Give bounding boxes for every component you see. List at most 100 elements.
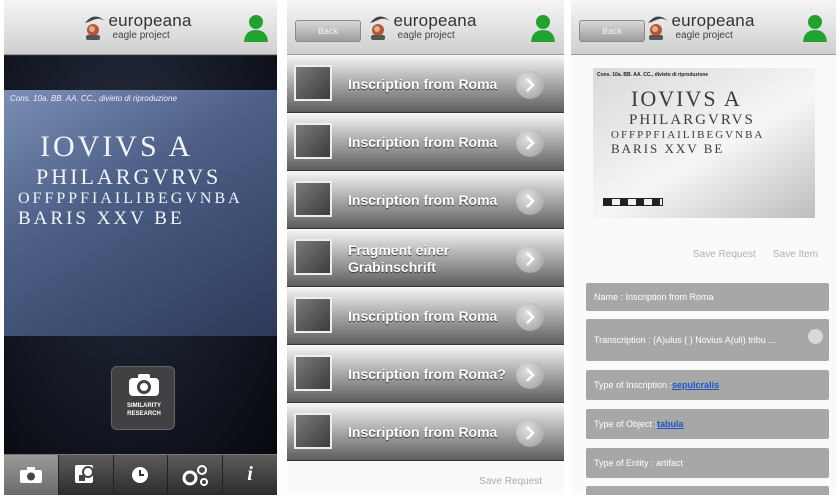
result-title: Inscription from Roma	[348, 192, 498, 208]
brand-subtitle: eagle project	[675, 30, 733, 41]
save-item-button[interactable]: Save Item	[773, 249, 818, 260]
info-icon: i	[247, 463, 253, 485]
user-profile-icon[interactable]	[243, 14, 269, 42]
field-type-of-entity: Type of Entity : artifact	[586, 448, 829, 478]
image-search-icon	[74, 465, 94, 483]
inscription-line: OFFPPFIAILIBEGVNBA	[18, 190, 243, 207]
field-type-of-entity-text: Type of Entity : artifact	[594, 458, 684, 468]
result-thumbnail	[294, 239, 332, 275]
result-row[interactable]: Fragment einer Grabinschrift	[287, 230, 564, 287]
inscription-line: PHILARGVRVS	[36, 164, 222, 189]
history-icon	[132, 467, 149, 483]
chevron-right-icon	[516, 187, 544, 215]
result-row[interactable]: Inscription from Roma	[287, 114, 564, 171]
eagle-logo-icon	[369, 16, 390, 40]
field-label: Type of Object :	[594, 419, 658, 429]
result-row[interactable]: Inscription from Roma?	[287, 346, 564, 403]
tab-camera[interactable]	[4, 455, 59, 495]
result-title: Fragment einer Grabinschrift	[348, 241, 450, 275]
result-row[interactable]: Inscription from Roma	[287, 56, 564, 113]
camera-icon	[129, 374, 159, 396]
save-request-button[interactable]: Save Request	[693, 249, 756, 260]
brand-name: europeana	[393, 11, 477, 30]
tab-settings[interactable]	[168, 455, 224, 495]
back-button[interactable]: Back	[295, 20, 361, 42]
app-header: Back europeana eagle project	[571, 0, 836, 55]
similarity-research-button[interactable]: SIMILARITY RESEARCH	[111, 366, 175, 430]
field-type-of-object: Type of Object : tabula	[586, 409, 829, 439]
result-title: Inscription from Roma	[348, 76, 498, 92]
eagle-logo-icon	[647, 16, 668, 40]
inscription-line: OFFPPFIAILIBEGVNBA	[611, 129, 765, 141]
app-header: europeana eagle project	[4, 0, 277, 55]
chevron-right-icon	[516, 419, 544, 447]
object-type-link[interactable]: tabula	[657, 419, 684, 429]
result-title: Inscription from Roma?	[348, 366, 506, 382]
inscription-line: PHILARGVRVS	[629, 112, 755, 128]
inscription-text: IOVIVS A PHILARGVRVS OFFPPFIAILIBEGVNBA …	[10, 130, 244, 230]
field-name-text: Name : Inscription from Roma	[594, 292, 714, 302]
user-profile-icon[interactable]	[802, 14, 828, 42]
brand-subtitle: eagle project	[397, 30, 455, 41]
image-caption: Cons. 10a. BB. AA. CC., divieto di ripro…	[597, 72, 709, 78]
results-list: Inscription from Roma Inscription from R…	[287, 56, 564, 462]
field-label: Type of Inscription :	[594, 380, 673, 390]
save-request-button[interactable]: Save Request	[479, 476, 542, 487]
inscription-type-link[interactable]: sepulcralis	[672, 380, 719, 390]
result-title: Inscription from Roma	[348, 424, 498, 440]
camera-viewfinder[interactable]: Cons. 10a. BB. AA. CC., divieto di ripro…	[4, 56, 277, 454]
photo-caption: Cons. 10a. BB. AA. CC., divieto di ripro…	[10, 94, 177, 103]
inscription-text: IOVIVS A PHILARGVRVS OFFPPFIAILIBEGVNBA …	[607, 86, 764, 157]
inscription-line: IOVIVS A	[631, 86, 742, 111]
field-next-partial	[586, 486, 829, 495]
app-logo: europeana eagle project	[644, 9, 764, 47]
back-button[interactable]: Back	[579, 20, 645, 42]
brand-name: europeana	[108, 11, 192, 30]
inscription-image[interactable]: Cons. 10a. BB. AA. CC., divieto di ripro…	[593, 68, 815, 218]
result-row[interactable]: Inscription from Roma	[287, 404, 564, 461]
result-thumbnail	[294, 181, 332, 217]
camera-icon	[19, 467, 42, 483]
chevron-right-icon	[516, 303, 544, 331]
app-logo: europeana eagle project	[81, 9, 201, 47]
app-header: Back europeana eagle project	[287, 0, 564, 55]
field-transcription-text: Transcription : (A)ulus ( ) Novius A(uli…	[594, 335, 776, 345]
result-row[interactable]: Inscription from Roma	[287, 288, 564, 345]
expand-icon[interactable]	[808, 329, 823, 344]
user-profile-icon[interactable]	[530, 14, 556, 42]
camera-screen: europeana eagle project Cons. 10a. BB. A…	[4, 0, 277, 495]
inscription-photo: Cons. 10a. BB. AA. CC., divieto di ripro…	[4, 90, 277, 336]
eagle-logo-icon	[84, 16, 105, 40]
result-row[interactable]: Inscription from Roma	[287, 172, 564, 229]
screens-composite: europeana eagle project Cons. 10a. BB. A…	[0, 0, 839, 495]
inscription-line: IOVIVS A	[40, 130, 194, 163]
result-thumbnail	[294, 297, 332, 333]
detail-screen: Back europeana eagle project Cons. 10a. …	[571, 0, 836, 495]
chevron-right-icon	[516, 71, 544, 99]
bottom-tab-bar: i	[4, 454, 277, 495]
result-thumbnail	[294, 65, 332, 101]
field-transcription[interactable]: Transcription : (A)ulus ( ) Novius A(uli…	[586, 319, 829, 361]
field-name: Name : Inscription from Roma	[586, 283, 829, 311]
tab-history[interactable]	[114, 455, 169, 495]
research-label: RESEARCH	[127, 411, 161, 417]
tab-image-search[interactable]	[59, 455, 114, 495]
settings-icon	[182, 465, 209, 486]
brand-subtitle: eagle project	[112, 30, 170, 41]
results-screen: Back europeana eagle project Inscription	[287, 0, 564, 495]
result-thumbnail	[294, 413, 332, 449]
inscription-line: BARIS XXV BE	[611, 141, 725, 156]
chevron-right-icon	[516, 361, 544, 389]
tab-info[interactable]: i	[223, 455, 277, 495]
app-logo: europeana eagle project	[366, 9, 486, 47]
field-type-of-inscription: Type of Inscription : sepulcralis	[586, 370, 829, 400]
chevron-right-icon	[516, 129, 544, 157]
result-title: Inscription from Roma	[348, 308, 498, 324]
inscription-line: BARIS XXV BE	[18, 208, 185, 229]
brand-name: europeana	[671, 11, 755, 30]
chevron-right-icon	[516, 245, 544, 273]
result-thumbnail	[294, 123, 332, 159]
result-title: Inscription from Roma	[348, 134, 498, 150]
scale-bar	[603, 198, 663, 206]
result-thumbnail	[294, 355, 332, 391]
